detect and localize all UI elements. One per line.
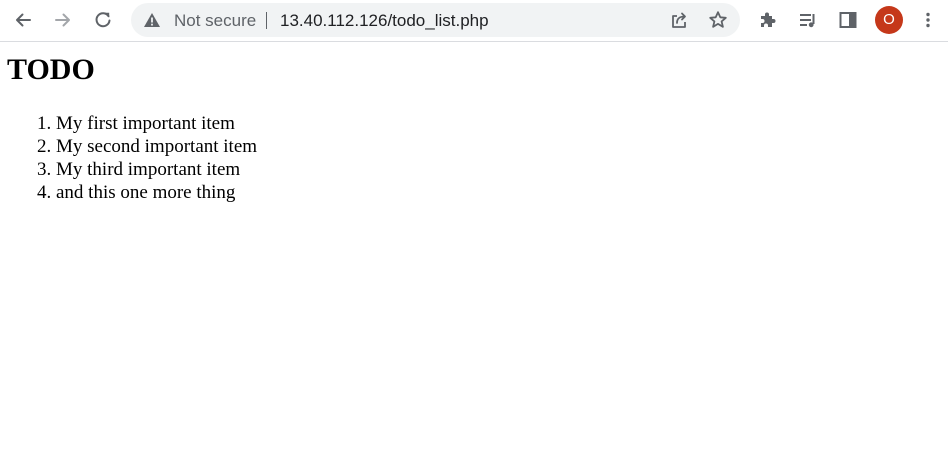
side-panel-button[interactable] — [832, 5, 864, 35]
extensions-button[interactable] — [752, 5, 784, 35]
browser-toolbar: Not secure 13.40.112.126/todo_list.php O — [0, 0, 948, 42]
more-menu-icon — [926, 12, 930, 28]
todo-item: and this one more thing — [56, 181, 257, 204]
bookmark-star-icon — [709, 11, 727, 28]
reload-icon — [95, 12, 111, 28]
omnibox-divider — [266, 12, 267, 29]
forward-button[interactable] — [47, 5, 79, 35]
bookmark-button[interactable] — [706, 9, 730, 31]
forward-icon — [55, 13, 70, 27]
page-title: TODO — [7, 53, 95, 86]
side-panel-icon — [839, 12, 857, 28]
page-content: TODO My first important item My second i… — [0, 43, 948, 470]
todo-item: My first important item — [56, 112, 257, 135]
extensions-icon — [761, 12, 776, 27]
security-status-label[interactable]: Not secure — [174, 11, 256, 30]
warning-icon[interactable] — [143, 12, 161, 28]
todo-list: My first important item My second import… — [0, 112, 257, 204]
back-icon — [16, 13, 31, 27]
reading-list-button[interactable] — [792, 5, 824, 35]
todo-item: My second important item — [56, 135, 257, 158]
reading-list-icon — [800, 14, 815, 28]
address-bar[interactable]: Not secure 13.40.112.126/todo_list.php — [131, 3, 740, 37]
share-button[interactable] — [667, 9, 691, 31]
more-menu-button[interactable] — [912, 5, 944, 35]
reload-button[interactable] — [87, 5, 119, 35]
url-text[interactable]: 13.40.112.126/todo_list.php — [280, 11, 489, 30]
share-icon — [672, 12, 686, 28]
todo-item: My third important item — [56, 158, 257, 181]
back-button[interactable] — [7, 5, 39, 35]
profile-avatar[interactable]: O — [875, 6, 903, 34]
